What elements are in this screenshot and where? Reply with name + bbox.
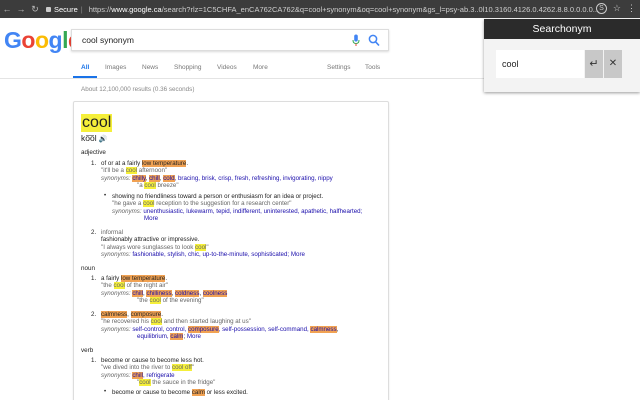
definition: calmness, composure. <box>101 311 163 318</box>
definition: of or at a fairly low temperature. <box>101 160 189 167</box>
dictionary-word: cool <box>81 114 113 132</box>
example: "cool the sauce in the fridge" <box>137 379 216 387</box>
tab-settings[interactable]: Settings <box>327 64 351 71</box>
adj-sense-2: informal fashionably attractive or impre… <box>101 229 305 259</box>
search-box[interactable]: cool synonym <box>71 29 389 51</box>
address-bar[interactable]: https://www.google.ca/search?rlz=1C5CHFA… <box>89 5 599 14</box>
example: "I always wore sunglasses to look cool" <box>101 243 209 251</box>
tab-more[interactable]: More <box>253 64 268 71</box>
noun-sense-2: calmness, composure. "he recovered his c… <box>101 311 339 341</box>
example: "he recovered his cool and then started … <box>101 318 251 326</box>
sense-number: 1. <box>91 275 97 282</box>
more-link[interactable]: More <box>291 251 305 258</box>
popup-search-input[interactable] <box>496 50 584 78</box>
verb-subsense: become or cause to become calm or less e… <box>112 389 248 396</box>
enter-button[interactable]: ↵ <box>585 50 603 78</box>
noun-sense-1: a fairly low temperature. "the cool of t… <box>101 275 228 305</box>
synonyms-row: synonyms: chill, chilliness, coldness, c… <box>101 289 228 297</box>
adj-subsense: showing no friendliness toward a person … <box>112 193 363 223</box>
example: "it'll be a cool afternoon" <box>101 167 168 175</box>
example: "a cool breeze" <box>137 182 179 190</box>
star-icon[interactable]: ☆ <box>613 3 621 14</box>
searchonym-extension-icon[interactable]: S <box>595 3 607 14</box>
microphone-icon[interactable] <box>352 34 360 47</box>
dictionary-card: cool ko͞ol 🔊 adjective 1. of or at a fair… <box>73 101 389 400</box>
synonyms-row: synonyms: self-control, control, composu… <box>101 325 339 333</box>
synonym-link[interactable]: calm <box>170 333 184 341</box>
lock-icon <box>46 6 51 12</box>
synonym-link[interactable]: cold <box>163 174 175 182</box>
popup-title: Searchonym <box>484 19 640 39</box>
speaker-icon[interactable]: 🔊 <box>99 136 108 143</box>
tab-news[interactable]: News <box>142 64 158 71</box>
adj-sense-1: of or at a fairly low temperature. "it'l… <box>101 160 333 190</box>
more-link[interactable]: More <box>187 333 201 340</box>
pos-noun: noun <box>81 265 96 272</box>
sense-number: 2. <box>91 311 97 318</box>
tab-videos[interactable]: Videos <box>217 64 237 71</box>
tab-tools[interactable]: Tools <box>365 64 380 71</box>
synonyms-row: synonyms: fashionable, stylish, chic, up… <box>101 251 305 259</box>
synonym-link[interactable]: chilliness <box>146 289 172 297</box>
menu-icon[interactable]: ⋮ <box>627 3 636 14</box>
sense-number: 2. <box>91 229 97 236</box>
example: "he gave a cool reception to the suggest… <box>112 200 292 208</box>
tab-shopping[interactable]: Shopping <box>174 64 201 71</box>
url-prefix: https:// <box>88 4 112 14</box>
searchonym-popup: Searchonym ↵ ✕ <box>484 19 640 92</box>
close-button[interactable]: ✕ <box>604 50 622 78</box>
google-logo[interactable]: Google <box>4 27 81 54</box>
synonym-links[interactable]: , bracing, brisk, crisp, fresh, refreshi… <box>175 175 333 182</box>
url-rest: /search?rlz=1C5CHFA_enCA762CA762&q=cool+… <box>161 4 600 14</box>
synonym-links[interactable]: unenthusiastic, lukewarm, tepid, indiffe… <box>143 208 362 215</box>
synonyms-row: synonyms: chilly, chill, cold, bracing, … <box>101 174 333 182</box>
reload-icon[interactable]: ↻ <box>28 4 42 15</box>
search-icon[interactable] <box>368 34 380 47</box>
synonym-link[interactable]: chill <box>132 289 143 297</box>
sense-number: 1. <box>91 160 97 167</box>
page: ← → ↻ Secure | https://www.google.ca/sea… <box>0 0 640 400</box>
definition: a fairly low temperature. <box>101 275 168 282</box>
verb-sense-1: become or cause to become less hot. "we … <box>101 357 216 387</box>
results-stats: About 12,100,000 results (0.36 seconds) <box>81 86 195 93</box>
sense-number: 1. <box>91 357 97 364</box>
synonyms-row: synonyms: chill, refrigerate <box>101 371 175 379</box>
synonym-link[interactable]: calmness <box>310 325 337 333</box>
example: "the cool of the evening" <box>137 297 204 305</box>
toolbar-icons: S ☆ ⋮ <box>595 3 636 14</box>
pos-verb: verb <box>81 347 94 354</box>
bullet: • <box>104 193 107 199</box>
browser-bar: ← → ↻ Secure | https://www.google.ca/sea… <box>0 0 640 18</box>
secure-label: Secure <box>54 4 78 14</box>
tab-images[interactable]: Images <box>105 64 126 71</box>
pos-adjective: adjective <box>81 149 106 156</box>
more-link[interactable]: More <box>144 215 158 222</box>
bullet: • <box>104 389 107 395</box>
synonym-link[interactable]: chilly <box>132 174 146 182</box>
synonym-link[interactable]: coolness <box>202 289 228 297</box>
back-icon[interactable]: ← <box>0 4 14 14</box>
synonym-link[interactable]: chill <box>149 174 160 182</box>
synonym-link[interactable]: chill <box>132 371 143 379</box>
phonetic: ko͞ol 🔊 <box>81 133 108 143</box>
synonym-link[interactable]: coldness <box>175 289 200 297</box>
tab-all[interactable]: All <box>81 64 89 71</box>
example: "the cool of the night air" <box>101 282 169 290</box>
synonym-links[interactable]: fashionable, stylish, chic, up-to-the-mi… <box>132 251 289 258</box>
url-host: www.google.ca <box>111 4 162 14</box>
synonyms-row: synonyms: unenthusiastic, lukewarm, tepi… <box>112 207 363 215</box>
synonym-link[interactable]: composure <box>188 325 219 333</box>
forward-icon[interactable]: → <box>14 4 28 14</box>
example: "we dived into the river to cool off" <box>101 364 195 372</box>
search-query[interactable]: cool synonym <box>82 35 134 45</box>
